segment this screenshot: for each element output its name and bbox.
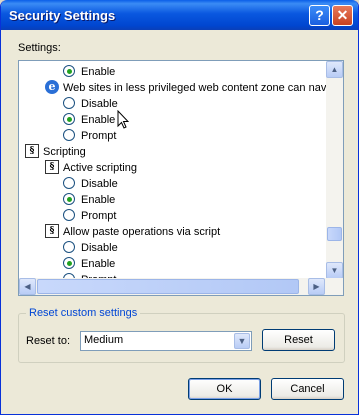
group-title: Reset custom settings: [26, 307, 141, 319]
setting-label: Allow paste operations via script: [63, 226, 221, 238]
category-scripting: § Scripting: [25, 144, 86, 160]
option-disable[interactable]: Disable: [63, 176, 118, 192]
option-enable[interactable]: Enable: [63, 112, 115, 128]
setting-active-scripting: § Active scripting: [45, 160, 137, 176]
option-label: Enable: [81, 258, 116, 270]
security-settings-dialog: Security Settings ? ✕ Settings: Enable e…: [0, 0, 359, 415]
radio-button[interactable]: [63, 65, 75, 78]
option-enable[interactable]: Enable: [63, 192, 115, 208]
horizontal-scrollbar[interactable]: ◀ ▶: [19, 278, 343, 295]
cancel-button[interactable]: Cancel: [271, 378, 344, 400]
reset-to-label: Reset to:: [26, 335, 71, 347]
option-prompt[interactable]: Prompt: [63, 208, 116, 224]
option-disable[interactable]: Disable: [63, 240, 118, 256]
script-icon: §: [45, 160, 59, 175]
setting-allow-paste-via-script: § Allow paste operations via script: [45, 224, 220, 240]
option-label: Disable: [81, 178, 118, 190]
radio-button[interactable]: [63, 113, 75, 126]
option-label: Enable: [81, 66, 116, 78]
reset-level-dropdown[interactable]: Medium ▼: [80, 331, 252, 351]
help-icon[interactable]: ?: [309, 5, 330, 26]
scroll-right-icon[interactable]: ▶: [308, 278, 325, 295]
option-label: Enable: [81, 114, 116, 126]
title-bar[interactable]: Security Settings ? ✕: [1, 0, 358, 30]
option-label: Prompt: [81, 210, 117, 222]
option-disable[interactable]: Disable: [63, 96, 118, 112]
category-label: Scripting: [43, 146, 86, 158]
scroll-up-icon[interactable]: ▲: [326, 61, 343, 78]
window-title: Security Settings: [9, 8, 116, 23]
radio-button[interactable]: [63, 129, 75, 142]
setting-label: Active scripting: [63, 162, 137, 174]
radio-button[interactable]: [63, 97, 75, 110]
option-label: Prompt: [81, 130, 117, 142]
mouse-cursor-icon: [117, 110, 129, 129]
radio-button[interactable]: [63, 257, 75, 270]
setting-label: Web sites in less privileged web content…: [63, 82, 344, 94]
close-icon[interactable]: ✕: [332, 5, 353, 26]
script-icon: §: [25, 144, 39, 159]
option-enable[interactable]: Enable: [63, 64, 115, 80]
option-prompt[interactable]: Prompt: [63, 128, 116, 144]
radio-button[interactable]: [63, 177, 75, 190]
option-enable[interactable]: Enable: [63, 256, 115, 272]
settings-list[interactable]: Enable e Web sites in less privileged web…: [18, 60, 344, 296]
horizontal-scroll-thumb[interactable]: [37, 279, 299, 294]
settings-label: Settings:: [18, 42, 61, 54]
vertical-scrollbar[interactable]: ▲ ▼: [326, 61, 343, 279]
reset-button[interactable]: Reset: [262, 329, 335, 351]
option-label: Disable: [81, 242, 118, 254]
scroll-down-icon[interactable]: ▼: [326, 262, 343, 279]
dropdown-arrow-icon[interactable]: ▼: [234, 333, 250, 349]
script-icon: §: [45, 224, 59, 239]
ok-button[interactable]: OK: [188, 378, 261, 400]
option-label: Disable: [81, 98, 118, 110]
option-label: Enable: [81, 194, 116, 206]
radio-button[interactable]: [63, 193, 75, 206]
ie-page-icon: e: [45, 80, 59, 95]
vertical-scroll-thumb[interactable]: [327, 227, 342, 241]
selected-level: Medium: [84, 334, 124, 346]
scroll-left-icon[interactable]: ◀: [19, 278, 36, 295]
setting-web-sites-less-privileged: e Web sites in less privileged web conten…: [45, 80, 344, 96]
radio-button[interactable]: [63, 209, 75, 222]
radio-button[interactable]: [63, 241, 75, 254]
